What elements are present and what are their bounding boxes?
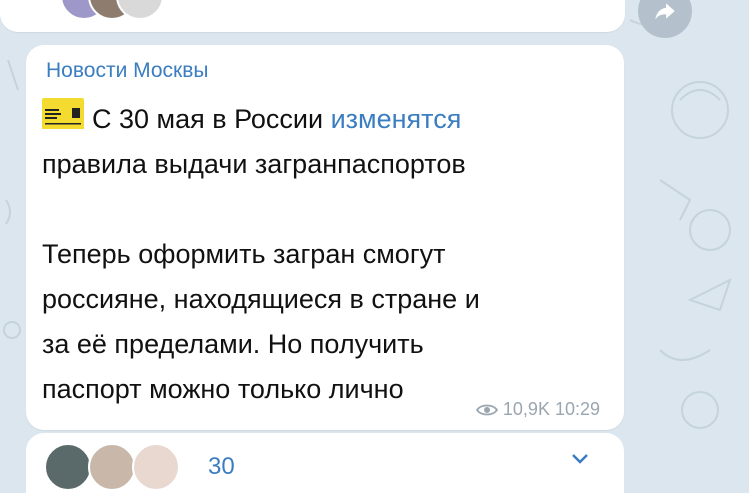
share-icon: [655, 3, 675, 20]
avatar[interactable]: [44, 443, 92, 491]
chevron-down-icon[interactable]: [571, 453, 589, 465]
ticket-sticker-icon: [42, 98, 84, 129]
message-bubble[interactable]: Новости Москвы С 30 мая в России изменят…: [26, 45, 624, 430]
message-text: С 30 мая в России изменятся правила выда…: [42, 97, 612, 412]
next-message-bubble[interactable]: 30: [26, 433, 624, 493]
eye-icon: [475, 404, 498, 415]
message-line: С 30 мая в России изменятся: [42, 97, 612, 142]
message-meta: 10,9K 10:29: [475, 399, 600, 420]
previous-message-bubble: — ●●●●●●●●●●●●●●●●: [0, 0, 625, 32]
avatar[interactable]: [88, 443, 136, 491]
message-link[interactable]: изменятся: [331, 104, 462, 134]
message-line: правила выдачи загранпаспортов: [42, 149, 466, 179]
avatar[interactable]: [132, 443, 180, 491]
message-line: россияне, находящиеся в стране и: [42, 284, 480, 314]
message-time: 10:29: [554, 399, 600, 419]
message-line: Теперь оформить загран смогут: [42, 239, 446, 269]
share-button[interactable]: [638, 0, 692, 38]
message-line-1-text: С 30 мая в России: [92, 104, 331, 134]
next-message-text: 30: [208, 453, 235, 480]
channel-name[interactable]: Новости Москвы: [46, 59, 208, 83]
message-line: за её пределами. Но получить: [42, 329, 424, 359]
view-count: 10,9K: [502, 399, 550, 419]
